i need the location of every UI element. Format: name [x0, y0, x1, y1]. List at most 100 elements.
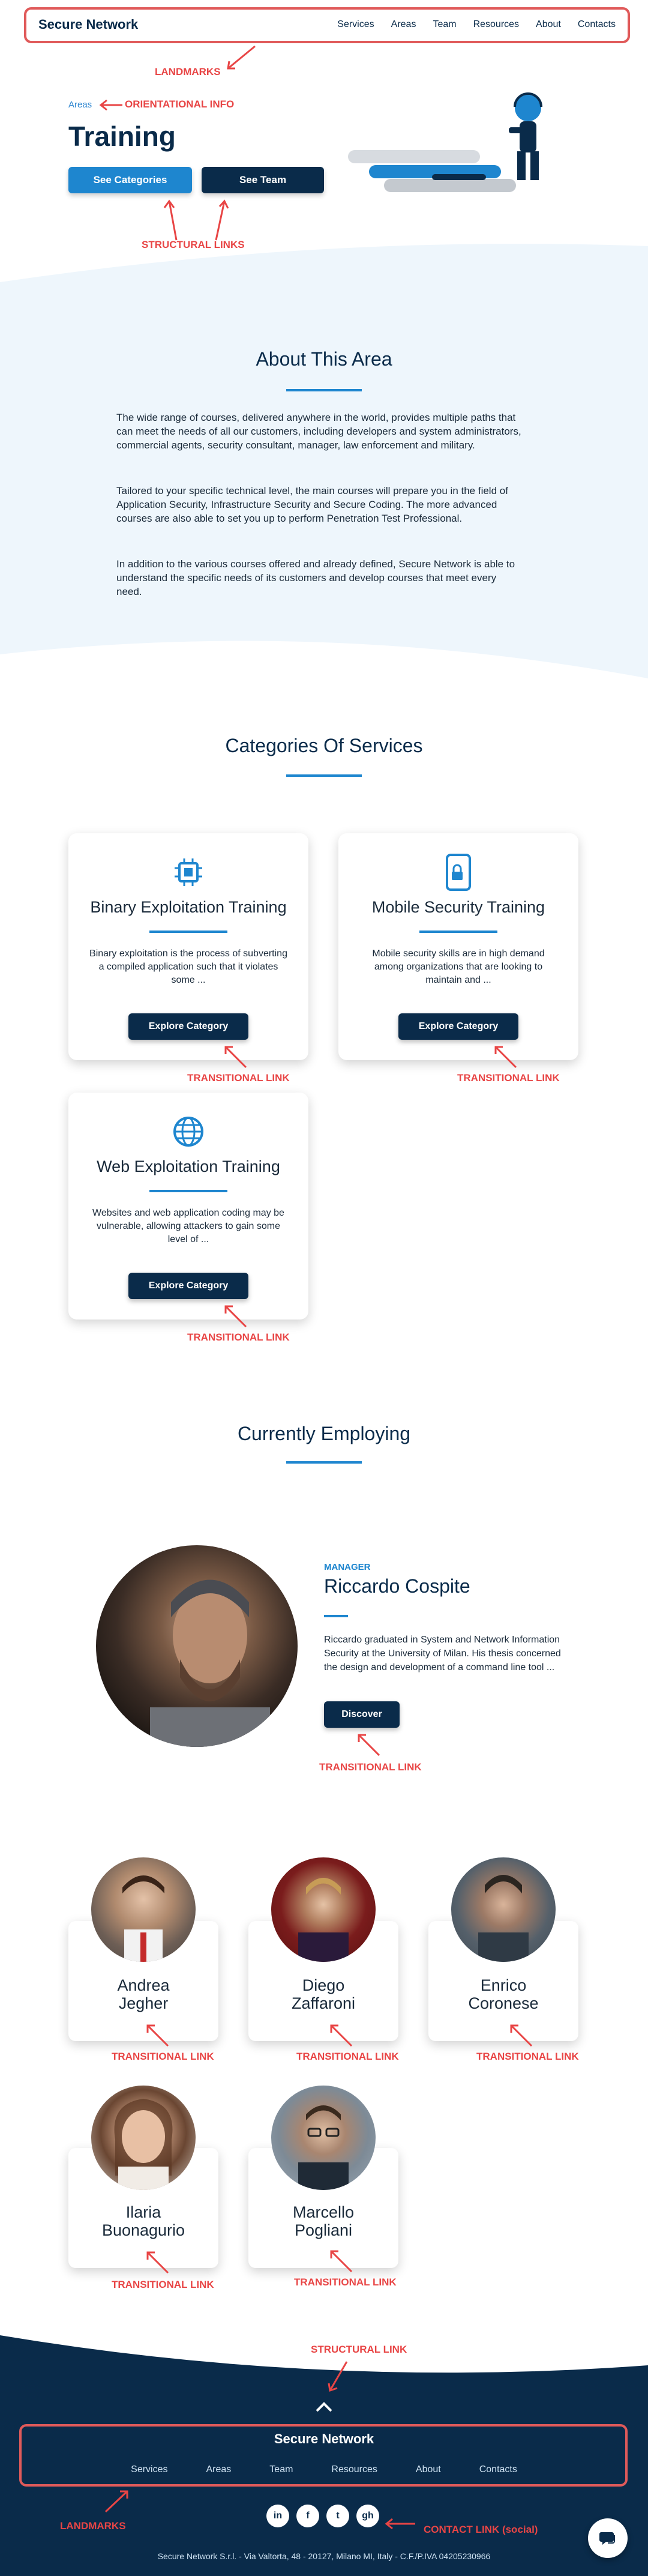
team-photo-andrea	[91, 1857, 196, 1962]
breadcrumb-areas[interactable]: Areas	[68, 100, 92, 110]
annotation-transitional-7: TRANSITIONAL LINK	[476, 2051, 579, 2062]
category-card-binary: Binary Exploitation Training Binary expl…	[68, 833, 308, 1060]
category-title: Mobile Security Training	[371, 898, 545, 916]
chip-icon	[68, 856, 308, 888]
annotation-landmarks-top: LANDMARKS	[155, 66, 221, 77]
annotation-transitional-9: TRANSITIONAL LINK	[294, 2276, 397, 2288]
category-description: Binary exploitation is the process of su…	[89, 949, 287, 985]
category-underline	[149, 1190, 227, 1192]
footer-copyright: Secure Network S.r.l. - Via Valtorta, 48…	[157, 2551, 491, 2561]
footer-nav-areas[interactable]: Areas	[206, 2464, 232, 2475]
chat-icon	[599, 2532, 615, 2545]
annotation-landmarks-bottom: LANDMARKS	[60, 2520, 126, 2532]
about-background-wave	[0, 244, 648, 678]
mobile-lock-icon	[338, 854, 578, 891]
footer-nav: Services Areas Team Resources About Cont…	[0, 2464, 648, 2475]
arrow-transitional-icon	[330, 2024, 353, 2047]
arrow-contact-icon	[385, 2518, 415, 2530]
explore-category-button[interactable]: Explore Category	[128, 1273, 248, 1299]
annotation-transitional-6: TRANSITIONAL LINK	[296, 2051, 399, 2062]
brand-logo[interactable]: Secure Network	[38, 17, 138, 32]
see-team-button[interactable]: See Team	[202, 167, 324, 193]
annotation-transitional-1: TRANSITIONAL LINK	[187, 1072, 290, 1084]
manager-photo	[96, 1545, 298, 1747]
arrow-transitional-icon	[510, 2024, 533, 2047]
category-title: Binary Exploitation Training	[90, 898, 287, 916]
footer-nav-contacts[interactable]: Contacts	[479, 2464, 517, 2475]
footer-nav-team[interactable]: Team	[269, 2464, 293, 2475]
category-title: Web Exploitation Training	[97, 1157, 280, 1175]
team-photo-diego	[271, 1857, 376, 1962]
nav-links: Services Areas Team Resources About Cont…	[337, 19, 616, 30]
arrow-landmarks-bottom-icon	[104, 2490, 128, 2513]
about-underline	[286, 389, 362, 391]
person-name: Diego Zaffaroni	[291, 1976, 356, 2012]
annotation-orientational: ORIENTATIONAL INFO	[125, 98, 235, 110]
category-underline	[149, 931, 227, 933]
team-photo-marcello	[271, 2086, 376, 2190]
category-description: Websites and web application coding may …	[92, 1208, 284, 1244]
manager-underline	[324, 1615, 348, 1617]
employing-underline	[286, 1461, 362, 1464]
manager-bio: Riccardo graduated in System and Network…	[324, 1635, 561, 1673]
annotation-structural-link: STRUCTURAL LINK	[311, 2344, 407, 2355]
nav-resources[interactable]: Resources	[473, 19, 519, 30]
linkedin-icon[interactable]: in	[266, 2505, 289, 2527]
nav-areas[interactable]: Areas	[391, 19, 416, 30]
nav-services[interactable]: Services	[337, 19, 374, 30]
footer-nav-services[interactable]: Services	[131, 2464, 167, 2475]
about-paragraph-2: Tailored to your specific technical leve…	[116, 485, 508, 524]
discover-button[interactable]: Discover	[324, 1701, 400, 1728]
page-title: Training	[68, 121, 176, 152]
team-photo-ilaria	[91, 2086, 196, 2190]
person-name: Marcello Pogliani	[292, 2203, 355, 2239]
footer-nav-resources[interactable]: Resources	[331, 2464, 377, 2475]
chevron-up-icon	[316, 2402, 332, 2412]
arrow-transitional-icon	[224, 1305, 247, 1328]
about-paragraph-1: The wide range of courses, delivered any…	[116, 412, 521, 451]
arrow-transitional-icon	[358, 1734, 380, 1757]
categories-underline	[286, 774, 362, 777]
arrow-structural-icon	[328, 2361, 348, 2392]
arrow-orientational-icon	[99, 99, 122, 111]
categories-title: Categories Of Services	[225, 735, 423, 756]
chat-button[interactable]	[588, 2518, 628, 2558]
top-navigation: Secure Network Services Areas Team Resou…	[24, 7, 630, 42]
annotation-transitional-3: TRANSITIONAL LINK	[187, 1332, 290, 1343]
person-name: Ilaria Buonagurio	[101, 2203, 185, 2239]
footer-nav-about[interactable]: About	[416, 2464, 441, 2475]
category-description: Mobile security skills are in high deman…	[372, 949, 545, 985]
nav-about[interactable]: About	[536, 19, 561, 30]
annotation-transitional-5: TRANSITIONAL LINK	[112, 2051, 214, 2062]
explore-category-button[interactable]: Explore Category	[398, 1013, 518, 1040]
footer-brand[interactable]: Secure Network	[0, 2431, 648, 2447]
facebook-icon[interactable]: f	[296, 2505, 319, 2527]
arrow-transitional-icon	[330, 2250, 353, 2273]
team-photo-enrico	[451, 1857, 556, 1962]
manager-role: MANAGER	[324, 1562, 371, 1572]
explore-category-button[interactable]: Explore Category	[128, 1013, 248, 1040]
person-name: Enrico Coronese	[468, 1976, 539, 2012]
about-title: About This Area	[256, 348, 392, 370]
nav-contacts[interactable]: Contacts	[578, 19, 616, 30]
annotation-contact-link: CONTACT LINK (social)	[424, 2524, 538, 2535]
globe-icon	[68, 1115, 308, 1148]
arrow-transitional-icon	[494, 1046, 517, 1069]
category-card-web: Web Exploitation Training Websites and w…	[68, 1093, 308, 1320]
annotation-transitional-4: TRANSITIONAL LINK	[319, 1761, 422, 1773]
about-paragraph-3: In addition to the various courses offer…	[116, 558, 515, 597]
employing-title: Currently Employing	[237, 1423, 411, 1444]
back-to-top-button[interactable]	[313, 2400, 335, 2415]
annotation-transitional-2: TRANSITIONAL LINK	[457, 1072, 560, 1084]
arrow-transitional-icon	[146, 2251, 169, 2274]
category-underline	[419, 931, 497, 933]
category-card-mobile: Mobile Security Training Mobile security…	[338, 833, 578, 1060]
person-name: Andrea Jegher	[117, 1976, 170, 2012]
see-categories-button[interactable]: See Categories	[68, 167, 192, 193]
hero-illustration	[348, 92, 542, 192]
nav-team[interactable]: Team	[433, 19, 456, 30]
twitter-icon[interactable]: t	[326, 2505, 349, 2527]
manager-name: Riccardo Cospite	[324, 1575, 470, 1597]
github-icon[interactable]: gh	[356, 2505, 379, 2527]
arrow-transitional-icon	[224, 1046, 247, 1069]
